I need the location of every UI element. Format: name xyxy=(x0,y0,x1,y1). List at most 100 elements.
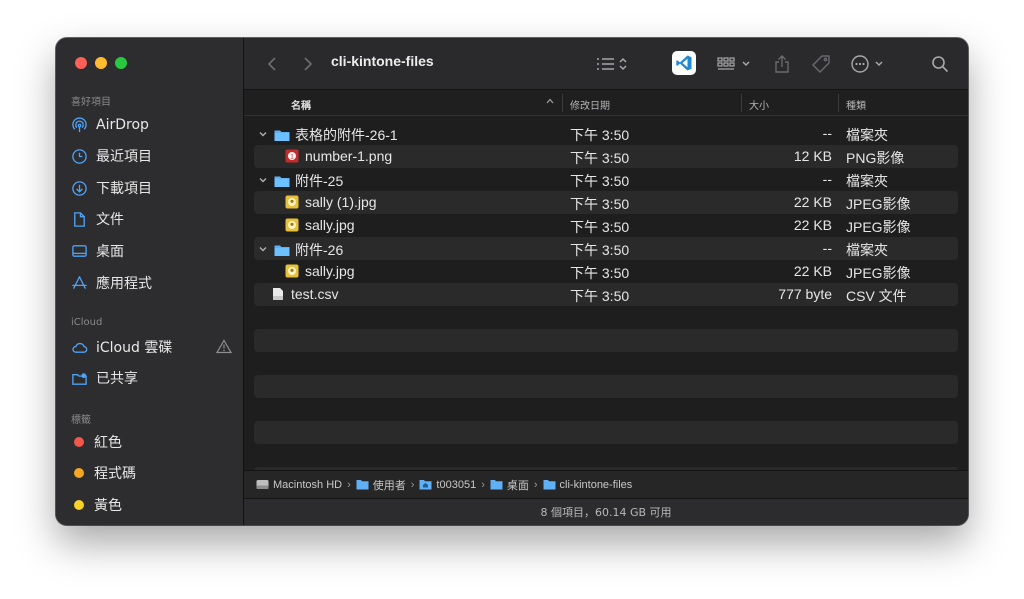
minimize-button[interactable] xyxy=(95,57,107,69)
sidebar-tag-code[interactable]: 程式碼 xyxy=(70,461,236,485)
sidebar-item-label: 黃色 xyxy=(94,498,122,514)
folder-icon xyxy=(490,479,503,490)
sidebar-item-label: 已共享 xyxy=(96,371,138,387)
disclosure-chevron-down-icon[interactable] xyxy=(258,175,270,188)
zoom-button[interactable] xyxy=(115,57,127,69)
file-date: 下午 3:50 xyxy=(570,242,630,258)
view-mode-button[interactable] xyxy=(594,52,634,76)
empty-row xyxy=(254,329,958,352)
ellipsis-circle-icon xyxy=(851,55,883,73)
empty-row xyxy=(254,375,958,398)
window-controls xyxy=(75,57,127,69)
table-row[interactable]: sally.jpg 下午 3:50 22 KB JPEG影像 xyxy=(254,214,958,237)
file-kind: 檔案夾 xyxy=(846,127,888,143)
file-size: 22 KB xyxy=(793,217,832,233)
path-item-macintosh-hd[interactable]: Macintosh HD › xyxy=(256,479,356,491)
file-kind: PNG影像 xyxy=(846,150,905,166)
column-name-header[interactable]: 名稱 xyxy=(291,97,311,112)
table-row[interactable]: sally.jpg 下午 3:50 22 KB JPEG影像 xyxy=(254,260,958,283)
disclosure-chevron-down-icon[interactable] xyxy=(258,244,270,257)
file-date: 下午 3:50 xyxy=(570,288,630,304)
table-row[interactable]: 附件-25 下午 3:50 -- 檔案夾 xyxy=(254,168,958,191)
sidebar-item-applications[interactable]: 應用程式 xyxy=(70,271,236,295)
path-separator: › xyxy=(410,478,415,491)
folder-icon xyxy=(274,127,290,143)
sidebar-item-label: AirDrop xyxy=(96,117,149,133)
file-kind: JPEG影像 xyxy=(846,265,911,281)
vscode-icon xyxy=(676,55,692,71)
search-icon xyxy=(932,56,949,73)
back-button[interactable] xyxy=(264,52,280,76)
airdrop-icon xyxy=(70,116,88,134)
path-item-current-folder[interactable]: cli-kintone-files xyxy=(543,479,632,491)
column-header: 名稱 修改日期 大小 種類 xyxy=(244,90,968,116)
sidebar-item-label: 最近項目 xyxy=(96,149,152,165)
more-actions-button[interactable] xyxy=(850,52,886,76)
sidebar-item-downloads[interactable]: 下載項目 xyxy=(70,176,236,200)
table-row[interactable]: sally (1).jpg 下午 3:50 22 KB JPEG影像 xyxy=(254,191,958,214)
file-name: 附件-25 xyxy=(295,173,344,189)
file-size: 22 KB xyxy=(793,194,832,210)
file-name: 附件-26 xyxy=(295,242,344,258)
path-separator: › xyxy=(347,478,351,491)
path-separator: › xyxy=(533,478,538,491)
finder-window: 喜好項目 AirDrop 最近項目 下載項目 文件 桌面 應用程式 iCloud… xyxy=(56,38,968,525)
empty-row xyxy=(254,421,958,444)
file-kind: 檔案夾 xyxy=(846,173,888,189)
jpg-file-icon xyxy=(284,217,300,233)
close-button[interactable] xyxy=(75,57,87,69)
path-item-desktop[interactable]: 桌面 › xyxy=(490,477,543,493)
sidebar-item-label: iCloud 雲碟 xyxy=(96,340,173,356)
warning-icon[interactable] xyxy=(215,339,233,358)
path-separator: › xyxy=(481,478,485,491)
sidebar-item-label: 程式碼 xyxy=(94,466,136,482)
column-separator[interactable] xyxy=(562,94,563,112)
window-title: cli-kintone-files xyxy=(331,53,434,69)
sidebar-section-favorites: 喜好項目 xyxy=(71,97,111,108)
file-size: -- xyxy=(822,171,832,187)
home-folder-icon xyxy=(419,479,432,490)
table-row[interactable]: test.csv 下午 3:50 777 byte CSV 文件 xyxy=(254,283,958,306)
sort-chevron-up-icon[interactable] xyxy=(545,96,555,109)
sidebar-item-desktop[interactable]: 桌面 xyxy=(70,239,236,263)
status-bar: 8 個項目，60.14 GB 可用 xyxy=(244,498,968,525)
file-kind: CSV 文件 xyxy=(846,288,907,304)
table-row[interactable]: 表格的附件-26-1 下午 3:50 -- 檔案夾 xyxy=(254,122,958,145)
sidebar-section-icloud: iCloud xyxy=(71,317,103,328)
file-name: 表格的附件-26-1 xyxy=(295,127,398,143)
column-separator[interactable] xyxy=(741,94,742,112)
tag-color-dot xyxy=(74,500,84,510)
sidebar-item-icloud-drive[interactable]: iCloud 雲碟 xyxy=(70,335,236,359)
path-item-users[interactable]: 使用者 › xyxy=(356,477,420,493)
chevron-right-icon xyxy=(304,57,313,71)
search-button[interactable] xyxy=(930,52,950,76)
disclosure-chevron-down-icon[interactable] xyxy=(258,129,270,142)
path-bar: Macintosh HD › 使用者 › t003051 › 桌面 › cli-… xyxy=(244,470,968,498)
csv-file-icon xyxy=(270,286,286,302)
folder-icon xyxy=(356,479,369,490)
sidebar-item-shared[interactable]: 已共享 xyxy=(70,366,236,390)
table-row[interactable]: 附件-26 下午 3:50 -- 檔案夾 xyxy=(254,237,958,260)
path-item-home[interactable]: t003051 › xyxy=(419,479,489,491)
folder-icon xyxy=(274,242,290,258)
column-separator[interactable] xyxy=(838,94,839,112)
clock-icon xyxy=(70,147,88,165)
sidebar-tag-red[interactable]: 紅色 xyxy=(70,430,236,454)
group-button[interactable] xyxy=(716,52,754,76)
sidebar-item-recents[interactable]: 最近項目 xyxy=(70,144,236,168)
tag-button[interactable] xyxy=(810,52,832,76)
file-kind: JPEG影像 xyxy=(846,196,911,212)
path-item-label: 桌面 xyxy=(506,479,529,492)
table-row[interactable]: 1 number-1.png 下午 3:50 12 KB PNG影像 xyxy=(254,145,958,168)
share-button[interactable] xyxy=(772,52,792,76)
column-date-header[interactable]: 修改日期 xyxy=(570,97,610,112)
column-kind-header[interactable]: 種類 xyxy=(846,97,866,112)
path-item-label: Macintosh HD xyxy=(273,478,343,491)
tag-color-dot xyxy=(74,437,84,447)
forward-button[interactable] xyxy=(300,52,316,76)
vscode-app-button[interactable] xyxy=(672,51,696,75)
sidebar-tag-yellow[interactable]: 黃色 xyxy=(70,493,236,517)
column-size-header[interactable]: 大小 xyxy=(749,97,769,112)
sidebar-item-airdrop[interactable]: AirDrop xyxy=(70,113,236,137)
sidebar-item-documents[interactable]: 文件 xyxy=(70,207,236,231)
